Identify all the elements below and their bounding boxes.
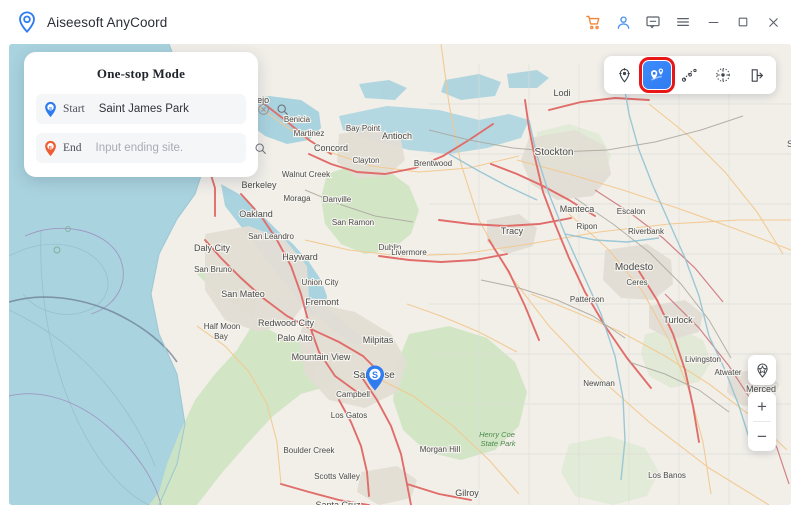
map-place-label: Livermore <box>391 248 427 257</box>
title-bar: Aiseesoft AnyCoord <box>0 0 800 44</box>
map-place-label: Modesto <box>615 262 654 273</box>
map-place-label: Bay Point <box>346 124 381 133</box>
map-place-label: Los Banos <box>648 471 686 480</box>
start-location-marker[interactable]: S <box>364 364 386 392</box>
start-field-row[interactable]: S Start <box>36 94 289 124</box>
app-brand: Aiseesoft AnyCoord <box>16 11 167 33</box>
titlebar-buttons <box>578 7 788 37</box>
map-place-label: Antioch <box>382 131 412 141</box>
start-search-icon[interactable] <box>275 101 291 117</box>
zoom-controls: + − <box>748 392 776 451</box>
menu-icon[interactable] <box>668 7 698 37</box>
map-place-label: Moraga <box>283 194 311 203</box>
map-place-label: San Ramon <box>332 218 374 227</box>
map-place-label: Santa Cruz <box>315 500 361 505</box>
close-icon[interactable] <box>758 7 788 37</box>
map-place-label: Redwood City <box>258 318 315 328</box>
map-place-label: Morgan Hill <box>420 445 461 454</box>
one-stop-mode-icon[interactable] <box>639 57 675 93</box>
zoom-out-button[interactable]: − <box>748 422 776 451</box>
map-place-label: Milpitas <box>363 335 394 345</box>
map-place-label: San Bruno <box>194 265 232 274</box>
map-place-label: Boulder Creek <box>283 446 335 455</box>
map-place-label: Bay <box>214 332 228 341</box>
end-search-icon[interactable] <box>253 140 269 156</box>
map-place-label: Martinez <box>294 129 325 138</box>
map-place-label: Oakland <box>239 209 273 219</box>
map-place-label: Patterson <box>570 295 604 304</box>
end-field-row[interactable]: E End <box>36 133 266 163</box>
map-place-label: Mountain View <box>292 352 351 362</box>
map-place-label: Daly City <box>194 243 231 253</box>
map-place-label: Turlock <box>663 315 693 325</box>
map-place-label: Berkeley <box>241 180 277 190</box>
map-place-label: Fremont <box>305 297 339 307</box>
map-place-label: Brentwood <box>414 159 452 168</box>
map-place-label: Union City <box>302 278 339 287</box>
map-place-label: Walnut Creek <box>282 170 331 179</box>
maximize-icon[interactable] <box>728 7 758 37</box>
map-place-label: Palo Alto <box>277 333 313 343</box>
map-place-label: Manteca <box>560 204 595 214</box>
map-place-label: Newman <box>583 379 615 388</box>
map-place-label: Hayward <box>282 252 318 262</box>
map-place-label: San Leandro <box>248 232 294 241</box>
location-pin-icon <box>16 11 38 33</box>
map-place-label: San Mateo <box>221 289 265 299</box>
map-place-label: Tracy <box>501 226 524 236</box>
shopping-cart-icon[interactable] <box>578 7 608 37</box>
map-place-label: Lodi <box>553 88 570 98</box>
map-place-label: Half Moon <box>204 322 240 331</box>
marker-letter: S <box>372 370 378 380</box>
multi-stop-mode-icon[interactable] <box>676 61 704 89</box>
map-place-label: Los Gatos <box>331 411 367 420</box>
app-window: Aiseesoft AnyCoord Lodi Benicia Bay Poin… <box>0 0 800 512</box>
panel-title: One-stop Mode <box>96 66 186 81</box>
minimize-icon[interactable] <box>698 7 728 37</box>
map-place-label: Gilroy <box>455 488 479 498</box>
map-place-label: Danville <box>323 195 352 204</box>
locate-me-icon[interactable] <box>748 355 776 385</box>
map-place-label: Ripon <box>577 222 598 231</box>
map-place-label: State Park <box>480 439 516 448</box>
map-place-label: San <box>787 139 791 149</box>
one-stop-mode-panel: One-stop Mode S Start Saint James Park E… <box>24 52 289 177</box>
start-input[interactable] <box>98 103 253 115</box>
end-input[interactable] <box>95 142 250 154</box>
joystick-mode-icon[interactable] <box>709 61 737 89</box>
map-place-label: Scotts Valley <box>314 472 360 481</box>
map-place-label: Clayton <box>352 156 379 165</box>
map-place-label: Livingston <box>685 355 721 364</box>
start-label: Start <box>63 103 85 115</box>
map-place-label: Escalon <box>617 207 645 216</box>
map-place-label: Atwater <box>714 368 741 377</box>
map-place-label: Riverbank <box>628 227 665 236</box>
modify-location-mode-icon[interactable] <box>610 61 638 89</box>
feedback-icon[interactable] <box>638 7 668 37</box>
map-place-label: Concord <box>314 143 348 153</box>
map-place-label: Stockton <box>535 147 574 158</box>
map-place-label: Henry Coe <box>479 430 515 439</box>
clear-circle-icon[interactable] <box>256 101 272 117</box>
app-title: Aiseesoft AnyCoord <box>47 14 168 30</box>
end-pin-icon: E <box>43 140 58 157</box>
map-mode-toolbar <box>604 56 776 94</box>
start-pin-icon: S <box>43 101 58 118</box>
user-account-icon[interactable] <box>608 7 638 37</box>
zoom-in-button[interactable]: + <box>748 392 776 421</box>
end-label: End <box>63 142 82 154</box>
map-place-label: Ceres <box>626 278 647 287</box>
exit-icon[interactable] <box>742 61 770 89</box>
